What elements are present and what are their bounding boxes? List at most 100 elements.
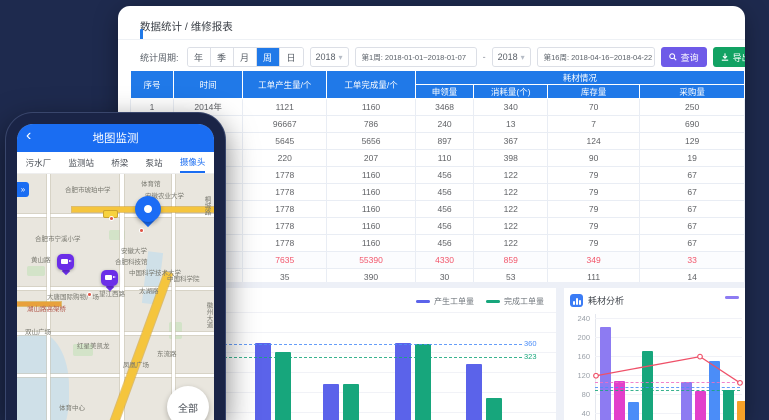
tab-监测站[interactable]: 监测站 xyxy=(68,153,94,172)
bar-consumable[interactable] xyxy=(628,402,639,420)
column-header: 序号 xyxy=(131,71,174,99)
reference-line xyxy=(174,344,522,345)
bar-完成工单量[interactable] xyxy=(486,398,502,420)
tab-摄像头[interactable]: 摄像头 xyxy=(180,152,206,173)
reference-line xyxy=(595,390,740,391)
map-label: 双山广场 xyxy=(25,326,51,336)
bar-consumable[interactable] xyxy=(642,351,653,420)
all-filter-button[interactable]: 全部 xyxy=(167,386,209,420)
map-label: 合肥市琥珀中学 xyxy=(65,184,111,194)
table-cell: 456 xyxy=(415,218,474,235)
table-cell: 79 xyxy=(548,184,640,201)
y-axis-tick: 240 xyxy=(572,314,590,323)
calendar-icon: ▾ xyxy=(339,53,343,62)
sub-column-header: 库存量 xyxy=(548,85,640,99)
table-cell: 122 xyxy=(474,235,548,252)
map-label: 凤凰广场 xyxy=(123,359,149,369)
table-cell: 349 xyxy=(548,252,640,269)
table-cell: 7635 xyxy=(243,252,327,269)
week-to-input[interactable]: 第16周: 2018-04-16~2018-04-22 xyxy=(537,47,655,67)
bar-产生工单量[interactable] xyxy=(395,343,411,420)
period-option-季[interactable]: 季 xyxy=(211,48,234,66)
column-header: 工单完成量/个 xyxy=(327,71,415,99)
selected-location-pin[interactable] xyxy=(135,196,161,230)
consumables-chart-panel: 耗材分析 2402001601208040 xyxy=(564,288,745,420)
camera-marker[interactable] xyxy=(101,270,118,291)
column-header: 工单产生量/个 xyxy=(243,71,327,99)
calendar-icon: ▾ xyxy=(521,53,525,62)
period-label: 统计周期: xyxy=(140,51,179,64)
reference-line xyxy=(595,382,740,383)
table-cell: 5656 xyxy=(327,133,415,150)
table-cell: 1778 xyxy=(243,201,327,218)
table-cell: 67 xyxy=(640,235,745,252)
bar-完成工单量[interactable] xyxy=(275,352,291,420)
map-label: 桐城路 xyxy=(201,196,211,216)
week-from-input[interactable]: 第1周: 2018-01-01~2018-01-07 xyxy=(355,47,477,67)
table-cell: 1778 xyxy=(243,235,327,252)
table-cell: 122 xyxy=(474,201,548,218)
map-expander-button[interactable]: » xyxy=(17,182,29,197)
tab-泵站[interactable]: 泵站 xyxy=(146,153,163,172)
y-axis-tick: 200 xyxy=(572,333,590,342)
bar-consumable[interactable] xyxy=(737,401,745,420)
period-option-年[interactable]: 年 xyxy=(188,48,211,66)
table-cell: 690 xyxy=(640,116,745,133)
map-label: 东流路 xyxy=(157,348,177,358)
year-from-select[interactable]: 2018 ▾ xyxy=(310,47,349,67)
range-separator: - xyxy=(483,52,486,62)
table-cell: 122 xyxy=(474,184,548,201)
phone-tab-bar: 污水厂监测站桥梁泵站摄像头 xyxy=(17,152,214,174)
map-canvas[interactable]: » 全部 合肥市琥珀中学体育馆安徽农业大学桐城路合肥市宁溪小学安徽大学合肥科技馆… xyxy=(17,174,214,420)
period-option-月[interactable]: 月 xyxy=(234,48,257,66)
table-cell: 79 xyxy=(548,201,640,218)
bar-consumable[interactable] xyxy=(600,327,611,420)
table-cell: 129 xyxy=(640,133,745,150)
poi-marker[interactable] xyxy=(109,216,114,221)
table-cell: 55390 xyxy=(327,252,415,269)
table-cell: 859 xyxy=(474,252,548,269)
divider xyxy=(118,39,745,40)
table-cell: 90 xyxy=(548,150,640,167)
export-excel-button[interactable]: 导出Excel xyxy=(713,47,745,67)
period-option-周[interactable]: 周 xyxy=(257,48,280,66)
table-cell: 456 xyxy=(415,201,474,218)
bar-产生工单量[interactable] xyxy=(255,343,271,420)
table-cell: 1160 xyxy=(327,99,415,116)
tab-桥梁[interactable]: 桥梁 xyxy=(111,153,128,172)
period-segmented-control: 年季月周日 xyxy=(187,47,304,67)
table-cell: 1778 xyxy=(243,218,327,235)
table-cell: 122 xyxy=(474,218,548,235)
bar-产生工单量[interactable] xyxy=(323,384,339,420)
tab-污水厂[interactable]: 污水厂 xyxy=(26,153,52,172)
camera-marker[interactable] xyxy=(57,254,74,275)
bar-完成工单量[interactable] xyxy=(415,344,431,420)
query-button[interactable]: 查询 xyxy=(661,47,707,67)
bar-完成工单量[interactable] xyxy=(343,384,359,420)
park xyxy=(169,322,182,339)
map-label: 合肥科技馆 xyxy=(115,256,148,266)
bar-产生工单量[interactable] xyxy=(466,364,482,420)
phone-app-header: ‹ 地图监测 xyxy=(17,124,214,152)
bar-consumable[interactable] xyxy=(695,391,706,420)
period-option-日[interactable]: 日 xyxy=(280,48,303,66)
table-cell: 110 xyxy=(415,150,474,167)
table-cell: 3468 xyxy=(415,99,474,116)
map-label: 徽州大道 xyxy=(203,302,213,328)
back-arrow-icon[interactable]: ‹ xyxy=(26,127,31,145)
year-to-select[interactable]: 2018 ▾ xyxy=(492,47,531,67)
map-label: 合肥市宁溪小学 xyxy=(35,233,81,243)
sub-column-header: 申领量 xyxy=(415,85,474,99)
table-cell: 96667 xyxy=(243,116,327,133)
sub-column-header: 采购量 xyxy=(640,85,745,99)
bar-consumable[interactable] xyxy=(723,390,734,420)
table-cell: 1160 xyxy=(327,218,415,235)
group-header: 耗材情况 xyxy=(415,71,744,85)
map-label: 安徽大学 xyxy=(121,245,147,255)
table-cell: 456 xyxy=(415,167,474,184)
table-cell: 67 xyxy=(640,218,745,235)
table-cell: 456 xyxy=(415,235,474,252)
poi-marker[interactable] xyxy=(87,292,92,297)
table-cell: 456 xyxy=(415,184,474,201)
phone-mockup: ‹ 地图监测 污水厂监测站桥梁泵站摄像头 xyxy=(5,112,226,420)
